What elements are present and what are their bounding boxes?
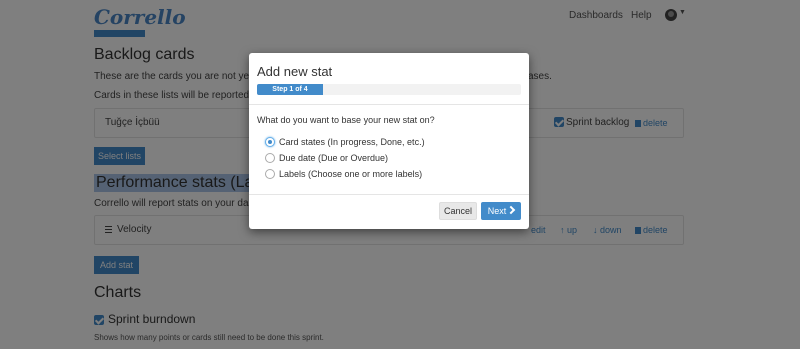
radio-due-date[interactable]: [265, 153, 275, 163]
next-button[interactable]: Next: [481, 202, 521, 220]
stat-basis-question: What do you want to base your new stat o…: [257, 115, 435, 125]
dialog-title: Add new stat: [257, 64, 333, 79]
option-labels-label[interactable]: Labels (Choose one or more labels): [279, 169, 422, 179]
radio-card-states[interactable]: [265, 137, 275, 147]
radio-labels[interactable]: [265, 169, 275, 179]
chevron-right-icon: [507, 205, 516, 215]
dialog-footer-divider: [249, 194, 529, 195]
dialog-divider: [249, 104, 529, 105]
wizard-progress: Step 1 of 4: [257, 84, 521, 95]
add-new-stat-dialog: Add new stat Step 1 of 4 What do you wan…: [249, 53, 529, 229]
option-due-date-label[interactable]: Due date (Due or Overdue): [279, 153, 388, 163]
wizard-progress-bar: Step 1 of 4: [257, 84, 323, 95]
next-label: Next: [487, 206, 507, 216]
cancel-button[interactable]: Cancel: [439, 202, 477, 220]
option-card-states-label[interactable]: Card states (In progress, Done, etc.): [279, 137, 425, 147]
